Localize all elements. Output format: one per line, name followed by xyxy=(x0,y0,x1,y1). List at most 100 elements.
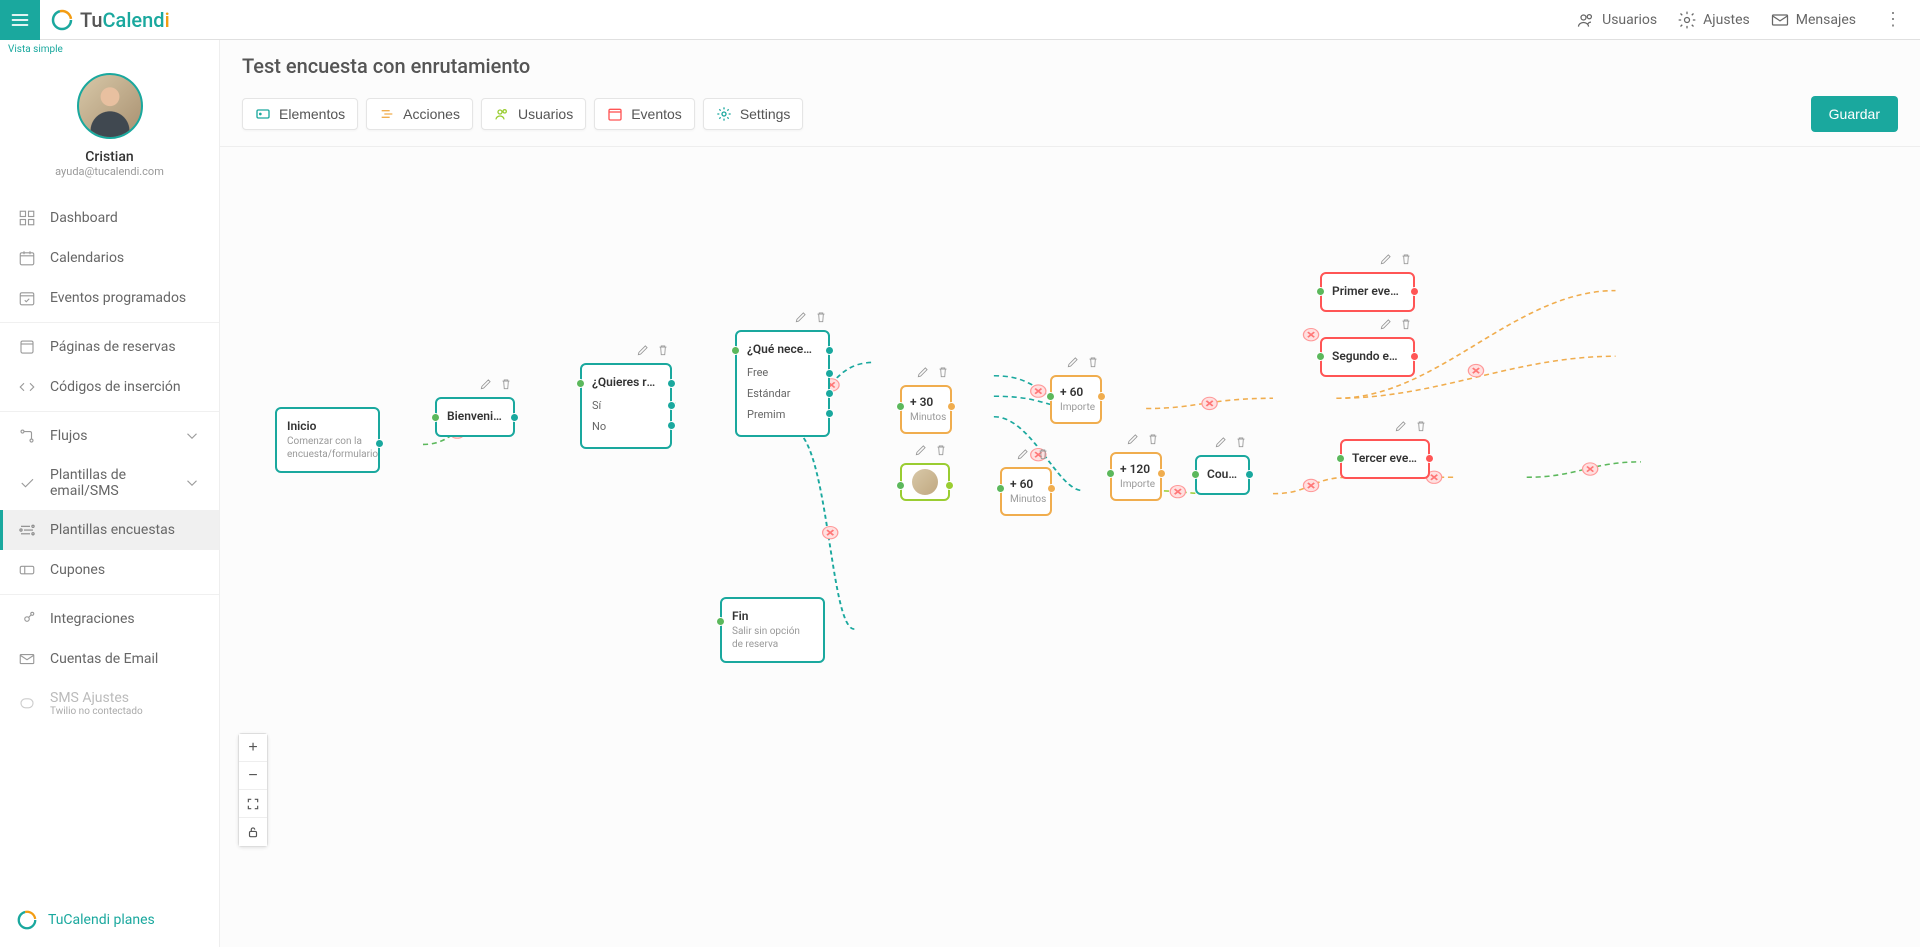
kebab-menu[interactable]: ⋮ xyxy=(1876,9,1910,30)
nav-coupons[interactable]: Cupones xyxy=(0,550,219,590)
toolbar-settings[interactable]: Settings xyxy=(703,98,804,130)
nav-sms[interactable]: SMS AjustesTwilio no contectado xyxy=(0,679,219,728)
node-min30[interactable]: + 30 Minutos xyxy=(900,385,952,434)
topbar-messages[interactable]: Mensajes xyxy=(1770,10,1856,30)
node-user[interactable] xyxy=(900,463,950,501)
edit-icon[interactable] xyxy=(1379,317,1393,331)
main: Test encuesta con enrutamiento Elementos… xyxy=(220,40,1920,947)
profile-email: ayuda@tucalendi.com xyxy=(0,165,219,178)
mail-icon xyxy=(1770,10,1790,30)
node-coupon[interactable]: Coupon xyxy=(1195,455,1250,495)
logo-text: TuCalendi xyxy=(80,8,170,32)
gear-icon xyxy=(1677,10,1697,30)
nav-scheduled[interactable]: Eventos programados xyxy=(0,278,219,318)
edit-icon[interactable] xyxy=(794,310,808,324)
edit-icon[interactable] xyxy=(1066,355,1080,369)
node-inicio[interactable]: Inicio Comenzar con la encuesta/formular… xyxy=(275,407,380,473)
check-icon xyxy=(18,474,36,492)
users-icon xyxy=(494,106,510,122)
node-min120[interactable]: + 120 Importe xyxy=(1110,452,1162,501)
edit-icon[interactable] xyxy=(636,343,650,357)
user-avatar-icon xyxy=(912,469,938,495)
edit-icon[interactable] xyxy=(914,443,928,457)
trash-icon[interactable] xyxy=(1036,447,1050,461)
topbar: TuCalendi Usuarios Ajustes Mensajes ⋮ xyxy=(0,0,1920,40)
trash-icon[interactable] xyxy=(1399,252,1413,266)
trash-icon[interactable] xyxy=(1086,355,1100,369)
vista-simple-link[interactable]: Vista simple xyxy=(0,40,219,59)
ticket-icon xyxy=(18,561,36,579)
survey-icon xyxy=(18,521,36,539)
nav-booking-pages[interactable]: Páginas de reservas xyxy=(0,327,219,367)
toolbar: Elementos Acciones Usuarios Eventos Sett… xyxy=(220,88,1920,146)
node-primer[interactable]: Primer evento xyxy=(1320,272,1415,312)
topbar-settings[interactable]: Ajustes xyxy=(1677,10,1750,30)
nav-email-accounts[interactable]: Cuentas de Email xyxy=(0,639,219,679)
nav-flows[interactable]: Flujos xyxy=(0,416,219,456)
calendar-icon xyxy=(18,249,36,267)
trash-icon[interactable] xyxy=(934,443,948,457)
node-min60[interactable]: + 60 Minutos xyxy=(1000,467,1052,516)
trash-icon[interactable] xyxy=(1146,432,1160,446)
nav-calendars[interactable]: Calendarios xyxy=(0,238,219,278)
edit-icon[interactable] xyxy=(1379,252,1393,266)
zoom-in-button[interactable]: + xyxy=(239,734,267,762)
chevron-down-icon xyxy=(183,427,201,445)
trash-icon[interactable] xyxy=(656,343,670,357)
integrations-icon xyxy=(18,610,36,628)
lock-button[interactable] xyxy=(239,818,267,846)
mail-icon xyxy=(18,650,36,668)
canvas[interactable]: Inicio Comenzar con la encuesta/formular… xyxy=(220,146,1920,947)
topbar-users[interactable]: Usuarios xyxy=(1576,10,1657,30)
grid-icon xyxy=(18,209,36,227)
trash-icon[interactable] xyxy=(1399,317,1413,331)
node-tercer[interactable]: Tercer evento xyxy=(1340,439,1430,479)
edit-icon[interactable] xyxy=(1016,447,1030,461)
zoom-controls: + − xyxy=(238,733,268,847)
edit-icon[interactable] xyxy=(1394,419,1408,433)
fit-button[interactable] xyxy=(239,790,267,818)
lock-icon xyxy=(246,825,260,839)
toolbar-actions[interactable]: Acciones xyxy=(366,98,473,130)
trash-icon[interactable] xyxy=(1414,419,1428,433)
profile: Cristian ayuda@tucalendi.com xyxy=(0,59,219,188)
toolbar-events[interactable]: Eventos xyxy=(594,98,695,130)
avatar[interactable] xyxy=(77,73,143,139)
node-segundo[interactable]: Segundo eve… xyxy=(1320,337,1415,377)
zoom-out-button[interactable]: − xyxy=(239,762,267,790)
toolbar-elements[interactable]: Elementos xyxy=(242,98,358,130)
edit-icon[interactable] xyxy=(1126,432,1140,446)
menu-button[interactable] xyxy=(0,0,40,40)
nav-surveys[interactable]: Plantillas encuestas xyxy=(0,510,219,550)
trash-icon[interactable] xyxy=(936,365,950,379)
sms-icon xyxy=(18,695,36,713)
nav-integrations[interactable]: Integraciones xyxy=(0,599,219,639)
logo[interactable]: TuCalendi xyxy=(50,8,170,32)
fit-icon xyxy=(246,797,260,811)
edit-icon[interactable] xyxy=(479,377,493,391)
nav-embed[interactable]: Códigos de inserción xyxy=(0,367,219,407)
edit-icon[interactable] xyxy=(916,365,930,379)
node-quieres[interactable]: ¿Quieres rese… Sí No xyxy=(580,363,672,449)
nav-templates[interactable]: Plantillas de email/SMS xyxy=(0,456,219,510)
sidebar-footer-plans[interactable]: TuCalendi planes xyxy=(0,893,219,947)
node-que[interactable]: ¿Qué necesit… Free Estándar Premim xyxy=(735,330,830,437)
profile-name: Cristian xyxy=(0,149,219,165)
page-icon xyxy=(18,338,36,356)
code-icon xyxy=(18,378,36,396)
trash-icon[interactable] xyxy=(1234,435,1248,449)
page-title: Test encuesta con enrutamiento xyxy=(242,54,1898,78)
chevron-down-icon xyxy=(183,474,201,492)
edit-icon[interactable] xyxy=(1214,435,1228,449)
nav-dashboard[interactable]: Dashboard xyxy=(0,198,219,238)
trash-icon[interactable] xyxy=(814,310,828,324)
toolbar-users[interactable]: Usuarios xyxy=(481,98,586,130)
events-icon xyxy=(607,106,623,122)
elements-icon xyxy=(255,106,271,122)
node-min60-import[interactable]: + 60 Importe xyxy=(1050,375,1102,424)
save-button[interactable]: Guardar xyxy=(1811,96,1898,132)
node-fin[interactable]: Fin Salir sin opción de reserva xyxy=(720,597,825,663)
gear-icon xyxy=(716,106,732,122)
trash-icon[interactable] xyxy=(499,377,513,391)
node-bienvenido[interactable]: Bienvenido xyxy=(435,397,515,437)
